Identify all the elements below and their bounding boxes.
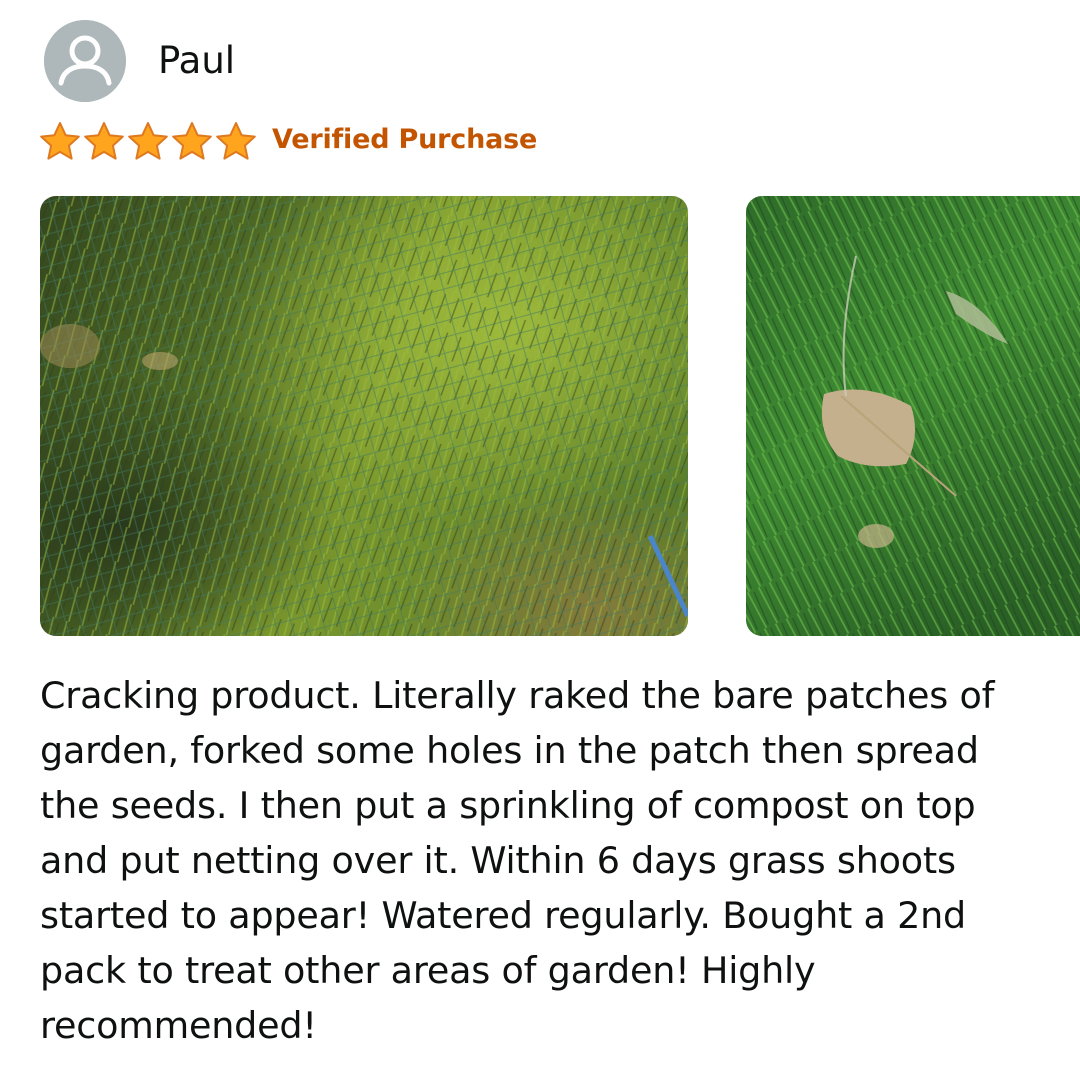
- avatar[interactable]: [44, 20, 126, 102]
- grass-netting-image: [40, 196, 688, 636]
- star-icon: [84, 122, 124, 160]
- star-icon: [40, 122, 80, 160]
- star-rating[interactable]: [38, 120, 258, 160]
- star-icon: [172, 122, 212, 160]
- review-photo-1[interactable]: [40, 196, 688, 636]
- rating-row: Verified Purchase: [38, 118, 537, 162]
- grass-leaf-image: [746, 196, 1080, 636]
- review-card: Paul Verified Purchase Cracking product.…: [0, 0, 1080, 1071]
- verified-purchase-badge: Verified Purchase: [272, 124, 538, 155]
- star-icon: [128, 122, 168, 160]
- user-silhouette-icon: [44, 20, 126, 102]
- review-photo-2[interactable]: [746, 196, 1080, 636]
- review-text: Cracking product. Literally raked the ba…: [40, 674, 995, 1047]
- reviewer-name[interactable]: Paul: [158, 38, 235, 84]
- review-photo-gallery: [0, 196, 1080, 636]
- star-icon: [216, 122, 256, 160]
